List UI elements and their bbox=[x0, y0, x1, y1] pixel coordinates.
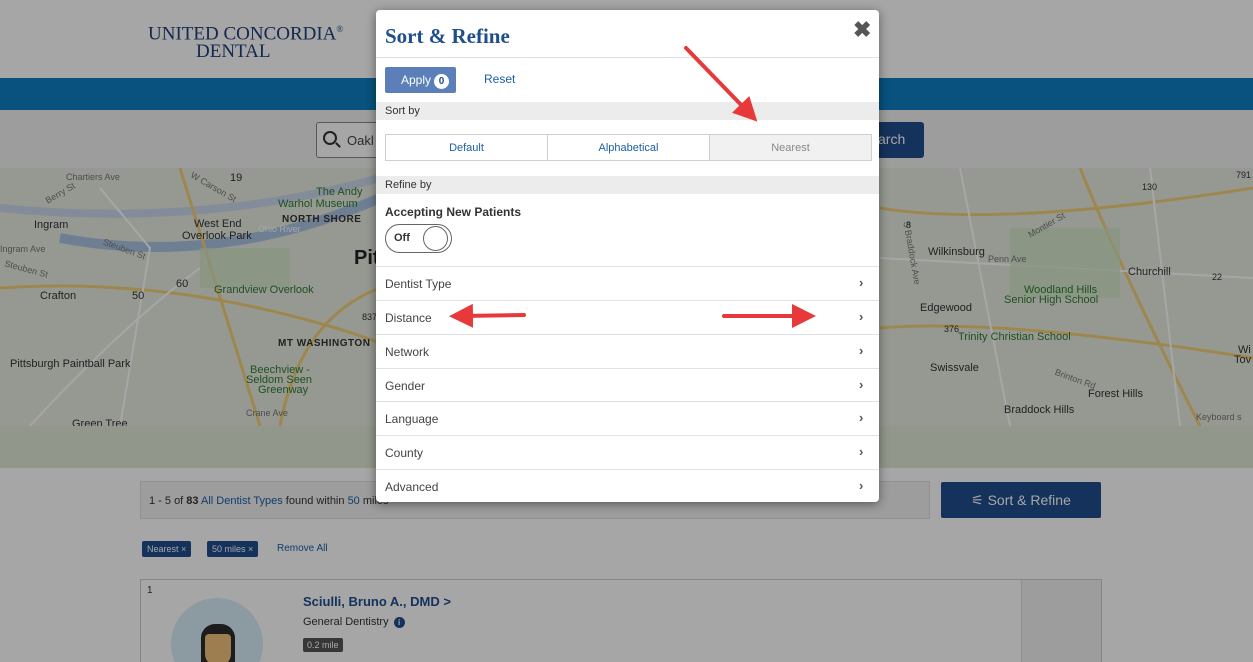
arrow-to-nearest bbox=[684, 46, 758, 122]
annotation-arrows bbox=[449, 46, 816, 328]
arrow-to-distance-label bbox=[449, 303, 526, 328]
